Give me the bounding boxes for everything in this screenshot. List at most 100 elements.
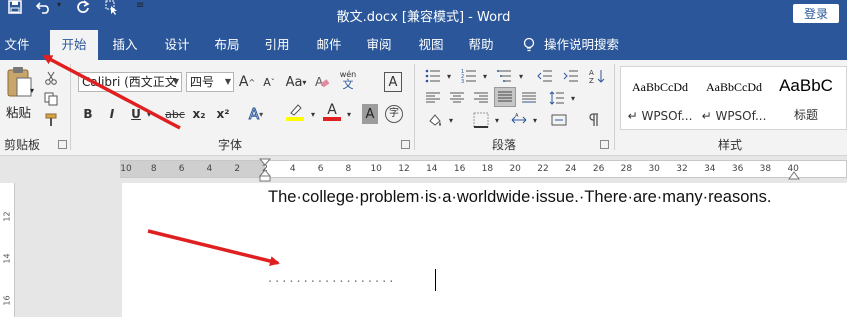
styles-group-label: 样式 [717,138,742,152]
chevron-down-icon: ▼ [224,77,231,86]
font-color-dropdown-icon[interactable]: ▾ [344,104,354,124]
style-preview: AaBbCcDd [632,80,688,94]
empty-paragraph-marks[interactable]: ·················· [268,275,396,290]
font-color-button[interactable]: A [322,102,342,122]
enclose-characters-button[interactable]: 字 [384,104,404,124]
phonetic-guide-button[interactable]: wén 文 [336,70,360,90]
ruler-tick: 38 [759,164,772,174]
distributed-icon[interactable] [518,88,540,108]
font-size-value: 四号 [190,75,215,89]
window-title: 散文.docx [兼容模式] - Word [336,10,511,25]
paste-label: 粘贴 [6,105,32,120]
chinese-layout-dropdown-icon[interactable]: ▾ [530,110,540,130]
highlight-button[interactable] [282,102,308,122]
style-name: ↵ WPSOf... [701,109,767,123]
tab-references[interactable]: 引用 [256,30,298,60]
align-left-icon[interactable] [422,88,444,108]
copy-icon[interactable] [42,89,60,109]
show-hide-marks-icon[interactable] [584,110,604,130]
multilevel-dropdown-icon[interactable]: ▾ [516,66,526,86]
right-indent-marker[interactable] [788,170,800,184]
borders-icon[interactable] [470,110,492,130]
ruler-tick: 20 [509,164,521,174]
numbering-icon[interactable]: 123 [458,66,480,86]
borders-dropdown-icon[interactable]: ▾ [492,110,502,130]
lightbulb-icon[interactable] [520,30,538,60]
first-line-indent-marker[interactable] [258,158,272,185]
multilevel-list-icon[interactable] [494,66,516,86]
tab-file[interactable]: 文件 [0,30,34,60]
increase-indent-icon[interactable] [560,66,582,86]
shrink-font-icon: A [263,75,271,89]
strikethrough-button[interactable]: abc [164,104,186,124]
ruler-tick: 14 [426,164,438,174]
shading-dropdown-icon[interactable]: ▾ [446,110,456,130]
tab-mailings[interactable]: 邮件 [308,30,350,60]
tab-layout[interactable]: 布局 [206,30,248,60]
svg-text:Z: Z [589,77,594,84]
align-right-icon[interactable] [470,88,492,108]
ruler-tick: 10 [370,164,382,174]
shrink-font-button[interactable]: Aˇ [260,72,278,92]
paste-dropdown-icon[interactable]: ▾ [30,86,34,95]
bullets-dropdown-icon[interactable]: ▾ [444,66,454,86]
character-border-button[interactable]: A [384,72,402,92]
ruler-tick: 26 [592,164,605,174]
tab-home[interactable]: 开始 [50,30,98,60]
login-button[interactable]: 登录 [793,4,839,23]
highlighter-icon [290,104,302,116]
paste-button[interactable]: 粘贴 [4,66,38,124]
chinese-layout-icon[interactable]: A [508,110,530,130]
highlight-color-swatch [286,117,304,121]
tab-review[interactable]: 审阅 [358,30,400,60]
ruler-tick: 28 [620,164,633,174]
style-tile-wpsoffice-2[interactable]: AaBbCcDd ↵ WPSOf... [698,68,770,126]
underline-button[interactable]: U [128,104,144,124]
font-family-dropdown[interactable]: Calibri (西文正文 ▼ [78,72,182,92]
tab-help[interactable]: 帮助 [460,30,502,60]
shading-icon[interactable] [424,110,446,130]
style-tile-wpsoffice-1[interactable]: AaBbCcDd ↵ WPSOf... [624,68,696,126]
text-effects-icon: A [248,105,260,124]
italic-button[interactable]: I [104,104,120,124]
numbering-dropdown-icon[interactable]: ▾ [480,66,490,86]
line-spacing-dropdown-icon[interactable]: ▾ [568,88,578,108]
cut-icon[interactable] [42,68,60,88]
document-paragraph[interactable]: The·college·problem·is·a·worldwide·issue… [268,188,771,207]
sort-icon[interactable]: AZ [586,66,608,86]
decrease-indent-icon[interactable] [534,66,556,86]
character-shading-button[interactable]: A [362,104,378,124]
superscript-button[interactable]: x² [214,104,232,124]
format-painter-icon[interactable] [42,110,60,130]
text-effects-button[interactable]: A ▾ [244,104,268,124]
justify-icon[interactable] [494,87,516,107]
clear-formatting-icon[interactable]: A [312,72,332,92]
grow-font-button[interactable]: A ^ [238,72,256,92]
underline-dropdown-icon[interactable]: ▾ [144,104,154,124]
asian-spacing-icon[interactable] [548,110,570,130]
character-shading-icon: A [365,106,375,122]
change-case-button[interactable]: Aa ▾ [284,72,308,92]
bullets-icon[interactable] [422,66,444,86]
bold-button[interactable]: B [80,104,96,124]
font-size-dropdown[interactable]: 四号 ▼ [186,72,234,92]
style-preview: AaBbC [779,76,833,95]
subscript-button[interactable]: x₂ [190,104,208,124]
line-spacing-icon[interactable] [546,88,568,108]
ruler-tick: 8 [150,164,157,174]
style-tile-heading[interactable]: AaBbC 标题 [770,68,842,126]
group-separator [414,64,415,150]
highlight-dropdown-icon[interactable]: ▾ [308,104,318,124]
group-separator [614,64,615,150]
tab-insert[interactable]: 插入 [104,30,146,60]
align-center-icon[interactable] [446,88,468,108]
paragraph-dialog-launcher-icon[interactable] [600,140,609,149]
tab-view[interactable]: 视图 [410,30,452,60]
tab-design[interactable]: 设计 [156,30,198,60]
clipboard-dialog-launcher-icon[interactable] [58,140,67,149]
font-dialog-launcher-icon[interactable] [401,140,410,149]
ruler-tick: 18 [481,164,494,174]
style-name: ↵ WPSOf... [627,109,693,123]
tell-me-search[interactable]: 操作说明搜索 [544,30,626,60]
ruler-tick: 2 [234,164,241,174]
